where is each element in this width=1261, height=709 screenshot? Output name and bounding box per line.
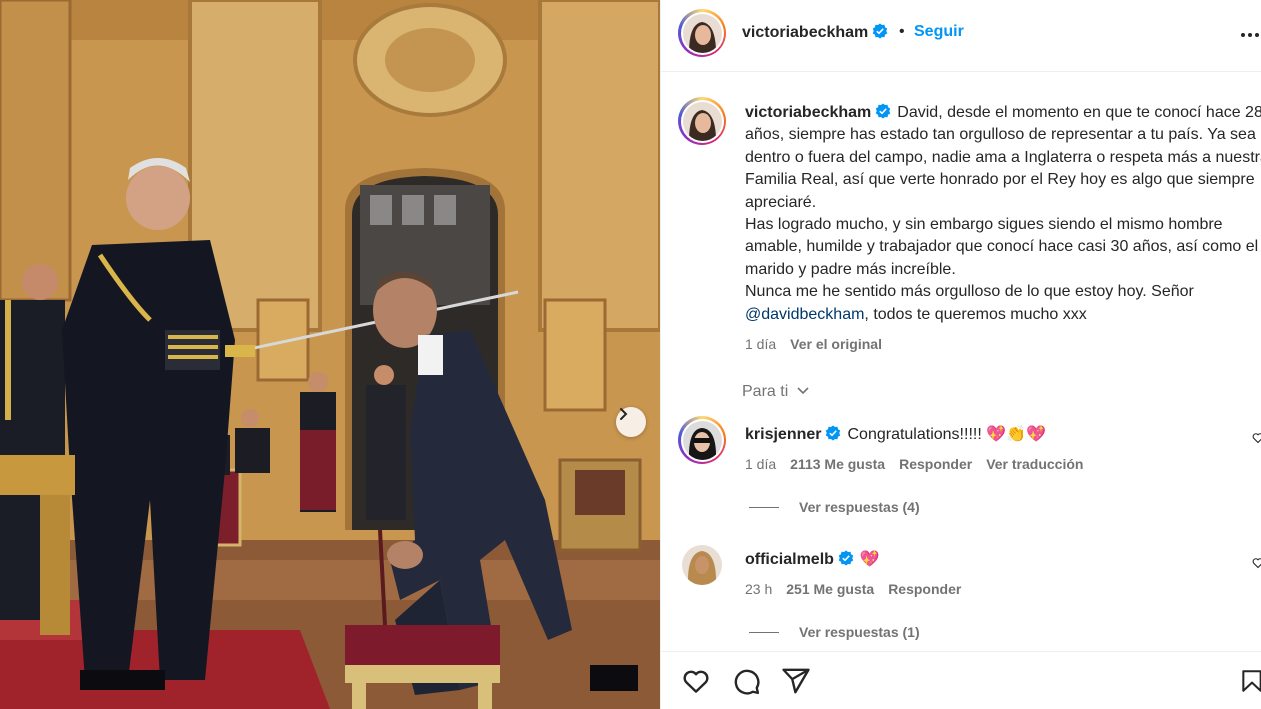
reply-button[interactable]: Responder (888, 581, 961, 597)
verified-badge-icon (873, 23, 888, 39)
avatar-image (682, 545, 722, 585)
sort-label: Para ti (742, 383, 789, 400)
comment-username[interactable]: krisjenner (745, 426, 821, 443)
heart-icon[interactable] (681, 666, 711, 696)
view-replies-label: Ver respuestas (1) (799, 624, 920, 640)
comment-sort-dropdown[interactable]: Para ti (742, 383, 810, 401)
comment-like-icon[interactable] (1252, 432, 1261, 444)
chevron-right-icon (620, 408, 628, 420)
action-bar (661, 651, 1261, 709)
commenter-avatar[interactable] (678, 416, 726, 464)
comment-emojis: 💖 (859, 551, 880, 568)
verified-badge-icon (838, 550, 854, 566)
view-replies-button[interactable]: Ver respuestas (1) (749, 624, 920, 640)
post-side-panel: victoriabeckham • Seguir victoriabeckham… (660, 0, 1261, 709)
commenter-avatar[interactable] (678, 541, 726, 589)
caption-meta: 1 día Ver el original (745, 336, 882, 352)
comment-username[interactable]: officialmelb (745, 551, 834, 568)
view-replies-button[interactable]: Ver respuestas (4) (749, 499, 920, 515)
comment-like-icon[interactable] (1252, 557, 1261, 569)
avatar-image (682, 420, 722, 460)
avatar-image (682, 13, 722, 53)
author-username-text[interactable]: victoriabeckham (742, 24, 868, 41)
reply-button[interactable]: Responder (899, 456, 972, 472)
post-photo[interactable] (0, 0, 660, 709)
next-image-button[interactable] (616, 407, 646, 437)
verified-badge-icon (826, 425, 841, 441)
comment-icon[interactable] (731, 666, 761, 696)
translate-button[interactable]: Ver traducción (986, 456, 1083, 472)
caption-body: David, desde el momento en que te conocí… (745, 104, 1261, 301)
verified-badge-icon (876, 103, 891, 119)
comment-time[interactable]: 23 h (745, 581, 772, 597)
chevron-down-icon (797, 387, 809, 395)
caption-time[interactable]: 1 día (745, 336, 776, 352)
caption-username[interactable]: victoriabeckham (745, 104, 871, 121)
avatar-image (682, 101, 722, 141)
comment-time[interactable]: 1 día (745, 456, 776, 472)
author-avatar[interactable] (678, 9, 726, 57)
comment-body: Congratulations!!!!! (847, 426, 987, 443)
view-replies-label: Ver respuestas (4) (799, 499, 920, 515)
caption-body-end: , todos te queremos mucho xxx (864, 305, 1087, 323)
author-username[interactable]: victoriabeckham (742, 23, 888, 42)
comment-meta: 23 h 251 Me gusta Responder (745, 581, 961, 597)
mention-link[interactable]: @davidbeckham (745, 306, 864, 323)
replies-line (749, 631, 779, 633)
see-original-button[interactable]: Ver el original (790, 336, 882, 352)
comment-text: officialmelb 💖 (745, 549, 880, 569)
caption-avatar[interactable] (678, 97, 726, 145)
comment-text: krisjenner Congratulations!!!!! 💖👏💖 (745, 424, 1046, 444)
follow-button[interactable]: Seguir (914, 23, 964, 41)
share-icon[interactable] (781, 666, 811, 696)
comment-likes[interactable]: 2113 Me gusta (790, 456, 885, 472)
more-options-button[interactable] (1240, 18, 1260, 51)
comment-likes[interactable]: 251 Me gusta (786, 581, 874, 597)
separator-dot: • (899, 23, 905, 40)
comment-emojis: 💖👏💖 (986, 426, 1046, 443)
comment-meta: 1 día 2113 Me gusta Responder Ver traducció… (745, 456, 1083, 472)
bookmark-icon[interactable] (1239, 666, 1261, 696)
ceremony-image (0, 0, 660, 709)
replies-line (749, 506, 779, 508)
more-icon (1241, 33, 1259, 37)
post-header: victoriabeckham • Seguir (661, 0, 1261, 72)
caption-text: victoriabeckham David, desde el momento e… (745, 102, 1261, 326)
